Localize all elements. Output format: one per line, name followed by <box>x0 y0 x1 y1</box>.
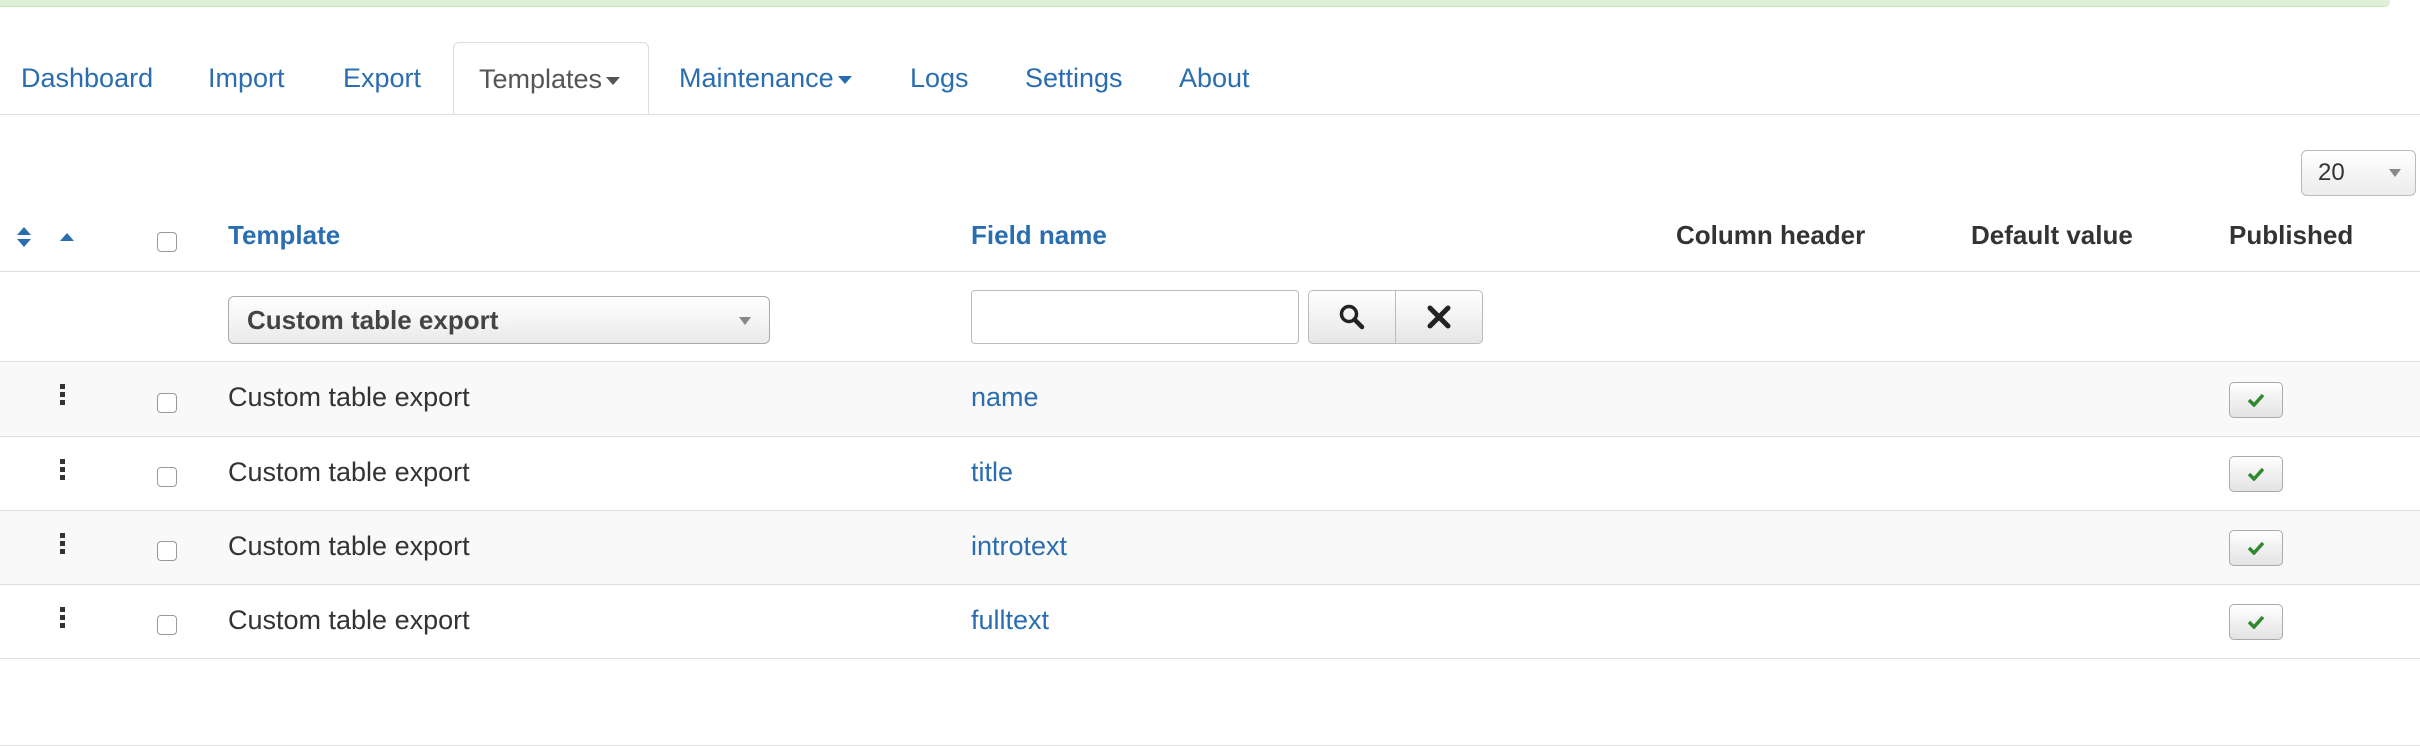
template-filter-value: Custom table export <box>247 305 499 335</box>
column-header-published: Published <box>2229 220 2354 250</box>
search-button[interactable] <box>1308 290 1396 344</box>
chevron-down-icon <box>739 317 751 325</box>
caret-down-icon <box>837 75 852 84</box>
table-row: Custom table export name <box>0 362 2420 436</box>
row-field-name-link[interactable]: fulltext <box>971 605 1049 636</box>
tab-maintenance-label: Maintenance <box>679 63 834 93</box>
row-field-name-link[interactable]: introtext <box>971 531 1067 562</box>
row-template: Custom table export <box>228 531 470 561</box>
message-bar <box>0 0 2390 7</box>
tab-templates[interactable]: Templates <box>453 42 649 114</box>
row-checkbox[interactable] <box>157 541 177 561</box>
tab-import[interactable]: Import <box>208 42 285 114</box>
row-template: Custom table export <box>228 382 470 412</box>
drag-handle-icon[interactable] <box>60 459 66 483</box>
column-header-field-name[interactable]: Field name <box>971 220 1107 251</box>
divider <box>0 271 2420 272</box>
tab-dashboard[interactable]: Dashboard <box>21 42 153 114</box>
close-icon <box>1427 305 1451 329</box>
table-row: Custom table export introtext <box>0 511 2420 585</box>
tab-logs[interactable]: Logs <box>910 42 969 114</box>
tab-settings[interactable]: Settings <box>1025 42 1123 114</box>
search-icon <box>1339 304 1365 330</box>
row-checkbox[interactable] <box>157 467 177 487</box>
divider <box>0 658 2420 659</box>
list-limit-select[interactable]: 20 <box>2301 150 2416 196</box>
column-header-default-value: Default value <box>1971 220 2133 250</box>
publish-toggle-button[interactable] <box>2229 456 2283 492</box>
drag-handle-icon[interactable] <box>60 607 66 631</box>
template-filter-select[interactable]: Custom table export <box>228 296 770 344</box>
row-checkbox[interactable] <box>157 615 177 635</box>
row-checkbox[interactable] <box>157 393 177 413</box>
field-name-search-input[interactable] <box>971 290 1299 344</box>
table-row: Custom table export fulltext <box>0 585 2420 659</box>
chevron-down-icon <box>2389 169 2401 177</box>
check-icon <box>2247 541 2265 555</box>
tab-export[interactable]: Export <box>343 42 421 114</box>
publish-toggle-button[interactable] <box>2229 530 2283 566</box>
tab-maintenance[interactable]: Maintenance <box>679 42 852 114</box>
row-template: Custom table export <box>228 457 470 487</box>
caret-down-icon <box>606 76 621 85</box>
sort-asc-icon[interactable] <box>59 229 75 241</box>
table-row: Custom table export title <box>0 437 2420 511</box>
check-icon <box>2247 615 2265 629</box>
sort-both-icon[interactable] <box>16 226 32 248</box>
list-limit-value: 20 <box>2318 159 2345 186</box>
tab-about[interactable]: About <box>1179 42 1250 114</box>
clear-filter-button[interactable] <box>1395 290 1483 344</box>
publish-toggle-button[interactable] <box>2229 604 2283 640</box>
main-nav-tabs: Dashboard Import Export Templates Mainte… <box>0 42 2420 115</box>
select-all-checkbox[interactable] <box>157 232 177 252</box>
row-field-name-link[interactable]: title <box>971 457 1013 488</box>
drag-handle-icon[interactable] <box>60 533 66 557</box>
check-icon <box>2247 467 2265 481</box>
tab-templates-label: Templates <box>479 64 603 94</box>
column-header-column-header: Column header <box>1676 220 1866 250</box>
row-field-name-link[interactable]: name <box>971 382 1039 413</box>
row-template: Custom table export <box>228 605 470 635</box>
drag-handle-icon[interactable] <box>60 384 66 408</box>
publish-toggle-button[interactable] <box>2229 382 2283 418</box>
check-icon <box>2247 393 2265 407</box>
column-header-template[interactable]: Template <box>228 220 340 251</box>
